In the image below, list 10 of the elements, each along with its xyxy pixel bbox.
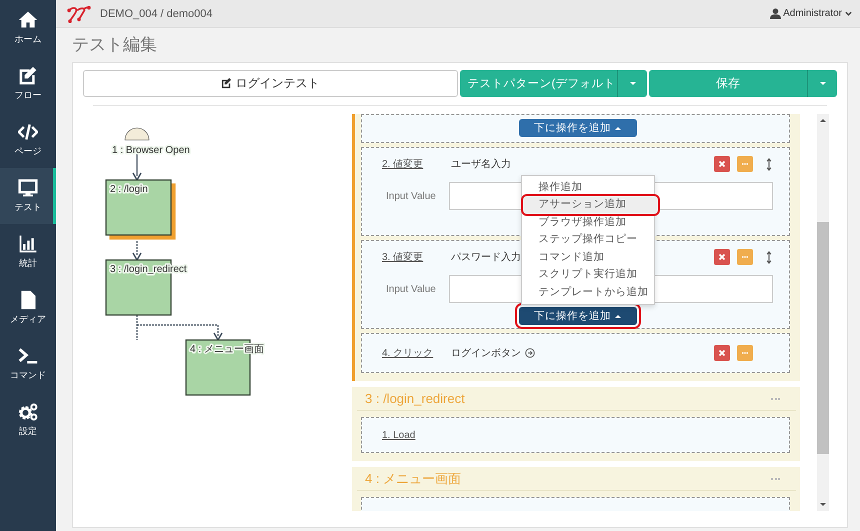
step-target: ユーザ名入力 [451, 158, 511, 171]
group-title: 3 : /login_redirect [365, 391, 465, 406]
field-label: Input Value [385, 284, 437, 294]
field-label: Input Value [385, 190, 437, 202]
node-label: 1 : Browser Open [112, 145, 190, 156]
step-target: ログインボタン [451, 347, 521, 360]
step-target: パスワード入力 [451, 250, 521, 264]
page-title: テスト編集 [71, 34, 158, 56]
group-title: 4 : メニュー画面 [365, 470, 462, 488]
node-label: 2 : /login [110, 184, 148, 195]
